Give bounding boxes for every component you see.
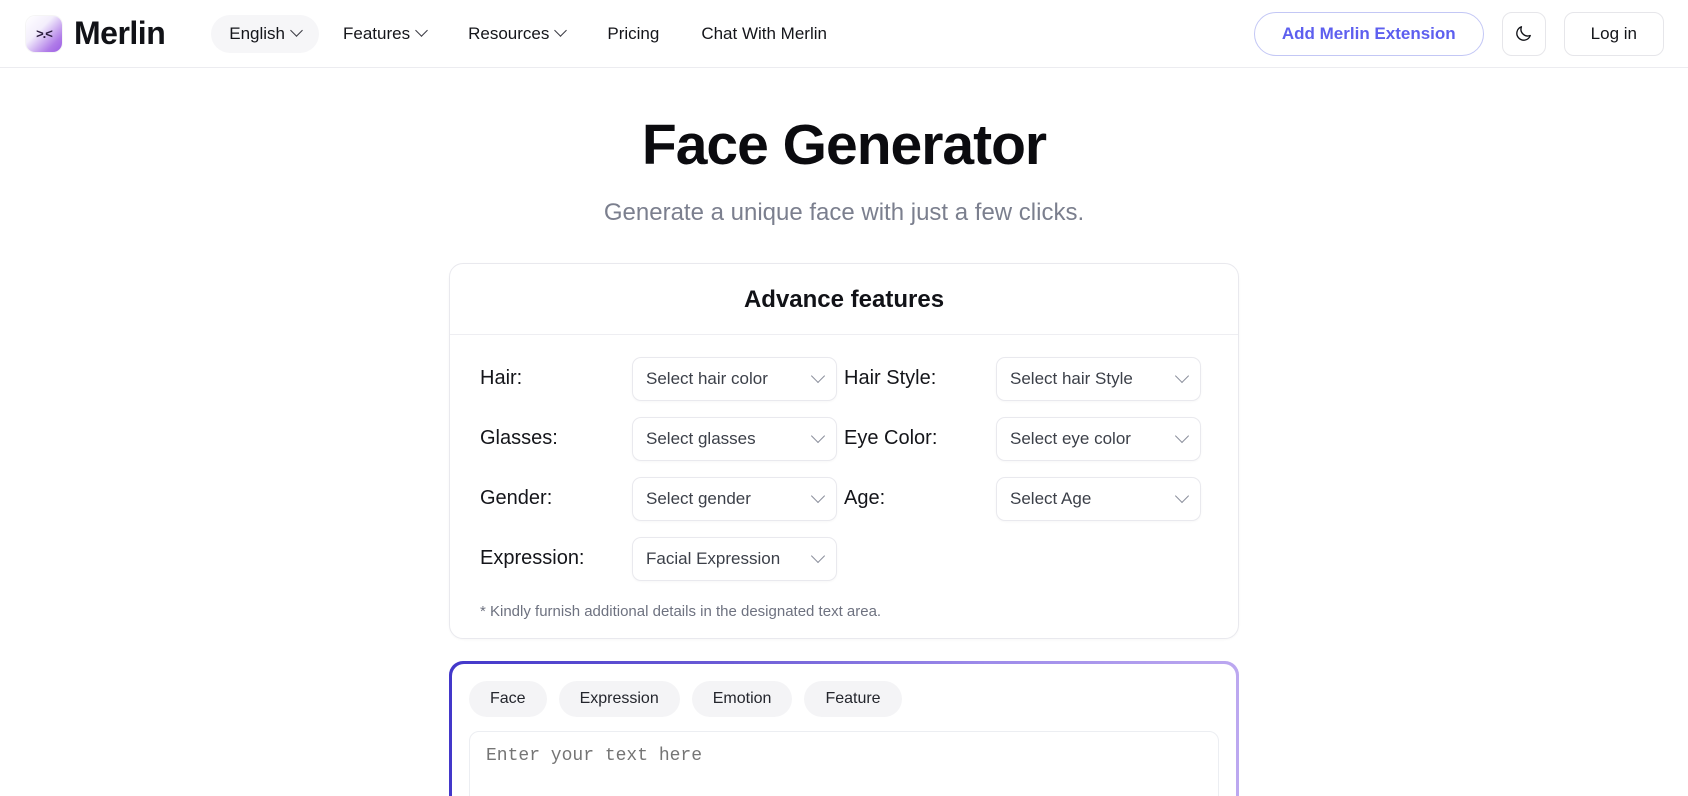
chevron-down-icon <box>290 24 303 37</box>
nav-item-pricing[interactable]: Pricing <box>589 15 677 53</box>
chevron-down-icon <box>1174 428 1190 443</box>
tab-expression[interactable]: Expression <box>558 680 680 717</box>
chevron-down-icon <box>415 24 428 37</box>
field-eye-color: Eye Color: Select eye color <box>844 416 1208 461</box>
label-gender: Gender: <box>480 487 553 510</box>
select-gender-value: Select gender <box>646 488 751 508</box>
nav-item-chat-with-merlin[interactable]: Chat With Merlin <box>683 15 845 53</box>
theme-toggle-button[interactable] <box>1501 11 1546 56</box>
form-row: Expression: Facial Expression <box>480 536 1208 581</box>
advance-features-body: Hair: Select hair color Hair Style: Sele… <box>450 335 1238 638</box>
chevron-down-icon <box>810 368 826 383</box>
tab-feature[interactable]: Feature <box>804 680 902 717</box>
prompt-tabs: Face Expression Emotion Feature <box>469 680 1219 717</box>
select-glasses-value: Select glasses <box>646 428 756 448</box>
tab-emotion[interactable]: Emotion <box>691 680 793 717</box>
nav-label-pricing: Pricing <box>607 23 660 43</box>
brand-logo[interactable]: >.< Merlin <box>26 15 166 52</box>
field-expression: Expression: Facial Expression <box>480 536 844 581</box>
nav-item-features[interactable]: Features <box>325 15 444 53</box>
label-eye-color: Eye Color: <box>844 427 938 450</box>
form-row: Glasses: Select glasses Eye Color: Selec… <box>480 416 1208 461</box>
page-title: Face Generator <box>641 113 1047 177</box>
main-nav: English Features Resources Pricing Chat … <box>211 14 845 53</box>
label-expression: Expression: <box>480 547 585 570</box>
field-age: Age: Select Age <box>844 476 1208 521</box>
advance-features-card: Advance features Hair: Select hair color… <box>449 262 1239 639</box>
language-selector[interactable]: English <box>211 14 319 53</box>
merlin-logo-icon: >.< <box>26 15 62 52</box>
nav-label-features: Features <box>343 23 411 43</box>
select-hair-color[interactable]: Select hair color <box>632 356 837 401</box>
page-content: Face Generator Generate a unique face wi… <box>0 68 1688 796</box>
nav-label-chat-with-merlin: Chat With Merlin <box>701 23 827 43</box>
label-hair-style: Hair Style: <box>844 367 937 390</box>
field-hair-style: Hair Style: Select hair Style <box>844 356 1208 401</box>
prompt-card: Face Expression Emotion Feature <box>449 660 1239 796</box>
chevron-down-icon <box>810 488 826 503</box>
select-hair-style[interactable]: Select hair Style <box>996 356 1201 401</box>
advance-features-note: * Kindly furnish additional details in t… <box>480 602 882 620</box>
chevron-down-icon <box>1174 368 1190 383</box>
tab-face[interactable]: Face <box>469 680 547 717</box>
field-glasses: Glasses: Select glasses <box>480 416 844 461</box>
chevron-down-icon <box>554 24 568 37</box>
login-button[interactable]: Log in <box>1563 11 1664 56</box>
chevron-down-icon <box>810 548 826 563</box>
chevron-down-icon <box>1174 488 1190 503</box>
prompt-textarea[interactable] <box>469 730 1219 796</box>
label-hair: Hair: <box>480 367 523 390</box>
form-row: Gender: Select gender Age: Select Age <box>480 476 1208 521</box>
select-facial-expression-value: Facial Expression <box>646 548 781 568</box>
field-hair: Hair: Select hair color <box>480 356 844 401</box>
brand-name: Merlin <box>74 15 166 51</box>
select-age-value: Select Age <box>1010 488 1092 508</box>
prompt-card-inner: Face Expression Emotion Feature <box>452 663 1236 796</box>
form-row: Hair: Select hair color Hair Style: Sele… <box>480 356 1208 401</box>
field-gender: Gender: Select gender <box>480 476 844 521</box>
select-hair-color-value: Select hair color <box>646 368 768 388</box>
select-hair-style-value: Select hair Style <box>1010 368 1133 388</box>
label-age: Age: <box>844 487 886 510</box>
advance-features-heading: Advance features <box>450 264 1238 335</box>
moon-icon <box>1516 26 1532 41</box>
site-header: >.< Merlin English Features Resources Pr… <box>0 0 1688 68</box>
select-facial-expression[interactable]: Facial Expression <box>632 536 837 581</box>
select-eye-color-value: Select eye color <box>1010 428 1131 448</box>
page-subtitle: Generate a unique face with just a few c… <box>603 198 1085 226</box>
select-glasses[interactable]: Select glasses <box>632 416 837 461</box>
nav-label-resources: Resources <box>468 23 550 43</box>
label-glasses: Glasses: <box>480 427 558 450</box>
select-age[interactable]: Select Age <box>996 476 1201 521</box>
chevron-down-icon <box>810 428 826 443</box>
language-label: English <box>229 23 285 43</box>
add-merlin-extension-button[interactable]: Add Merlin Extension <box>1253 11 1484 56</box>
select-gender[interactable]: Select gender <box>632 476 837 521</box>
select-eye-color[interactable]: Select eye color <box>996 416 1201 461</box>
header-actions: Add Merlin Extension Log in <box>1253 11 1664 56</box>
nav-item-resources[interactable]: Resources <box>450 15 583 53</box>
